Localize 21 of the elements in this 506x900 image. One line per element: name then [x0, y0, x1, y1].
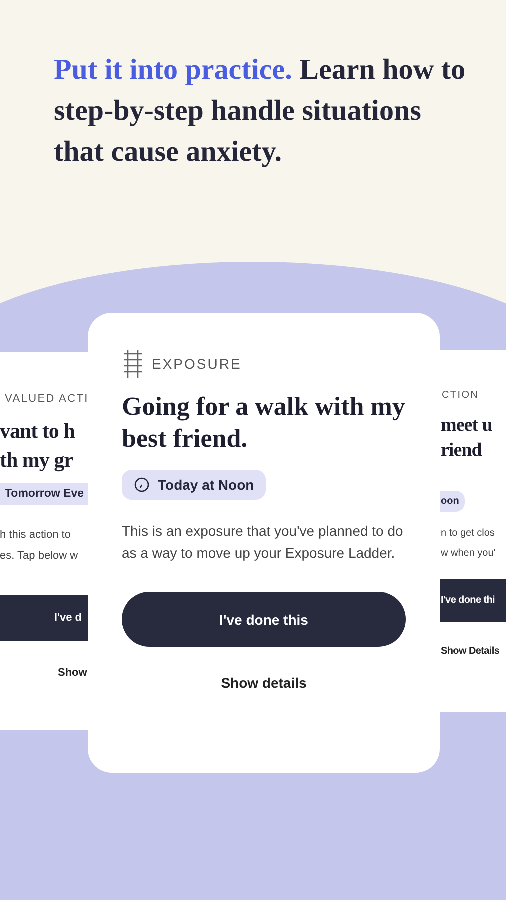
category-label: VALUED ACTI — [4, 393, 88, 405]
clock-icon — [134, 477, 150, 493]
show-details-link[interactable]: Show Details — [441, 646, 506, 657]
card-title: Going for a walk with my best friend. — [122, 391, 406, 455]
headline: Put it into practice. Learn how to step-by-step handle situations that cause anxiety. — [54, 53, 467, 170]
done-button[interactable]: I've done thi — [440, 579, 506, 622]
card-description: n to get clos w when you' — [441, 527, 497, 561]
card-title: vant to h th my gr — [0, 418, 76, 474]
category-label: CTION — [441, 390, 480, 401]
time-chip: Today at Noon — [122, 470, 266, 500]
card-description: This is an exposure that you've planned to do as a way to move up your Exposure Ladder. — [122, 522, 404, 563]
time-chip: Tomorrow Eve — [0, 483, 88, 505]
card-title: meet u riend — [441, 414, 494, 463]
show-details-link[interactable]: Show — [58, 667, 88, 679]
time-chip: oon — [440, 491, 466, 512]
ladder-icon — [122, 349, 144, 379]
done-button[interactable]: I've d — [0, 595, 88, 641]
done-button[interactable]: I've done this — [122, 592, 406, 647]
card-description: h this action to es. Tap below w — [0, 528, 80, 564]
category-label: EXPOSURE — [152, 356, 242, 372]
show-details-link[interactable]: Show details — [221, 675, 307, 691]
